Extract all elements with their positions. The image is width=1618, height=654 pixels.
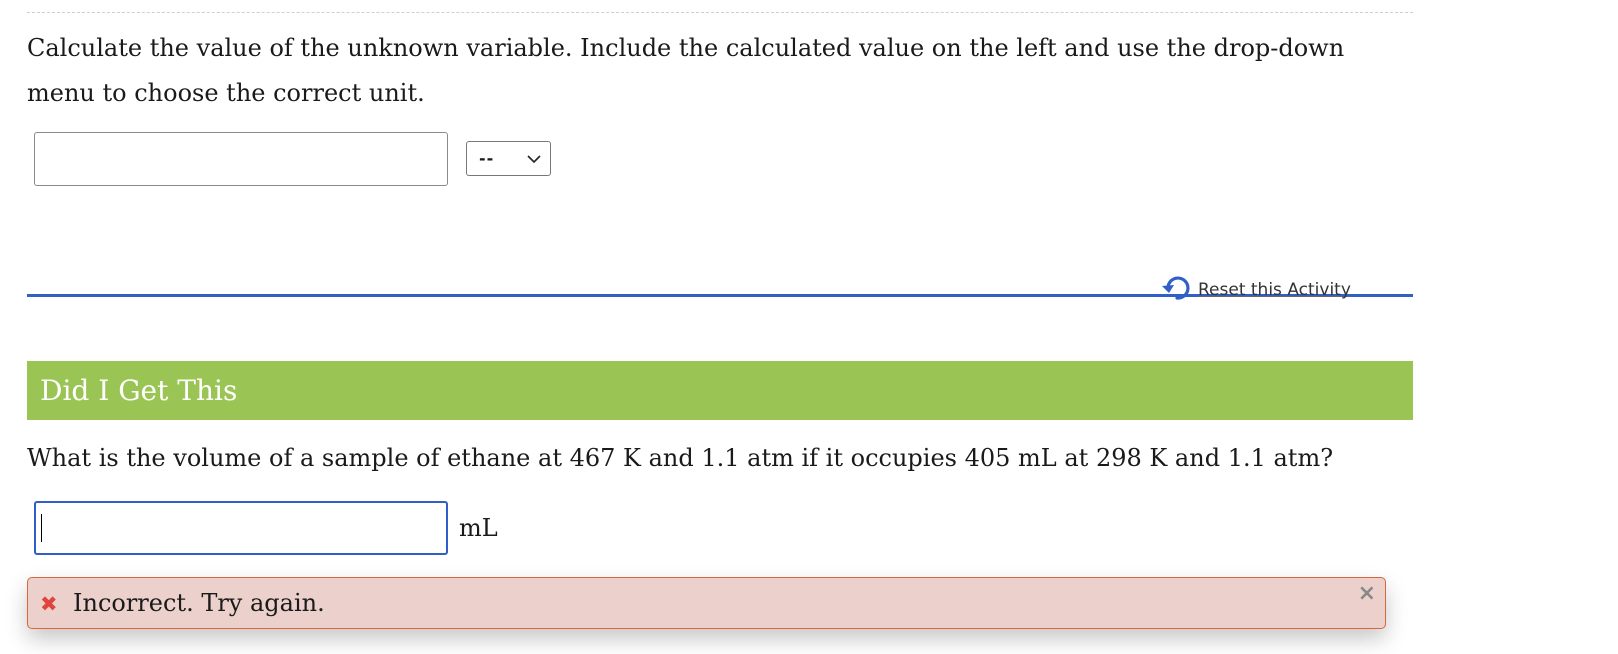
- feedback-message: Incorrect. Try again.: [73, 589, 325, 617]
- section-header: Did I Get This: [27, 361, 1413, 420]
- reset-activity-link[interactable]: Reset this Activity: [1160, 274, 1351, 305]
- top-divider: [27, 12, 1413, 13]
- reset-icon: [1160, 274, 1198, 305]
- text-cursor: [41, 514, 42, 542]
- section-title: Did I Get This: [40, 374, 238, 407]
- calculated-value-input[interactable]: [34, 132, 448, 186]
- volume-answer-input[interactable]: [34, 501, 448, 555]
- reset-activity-label: Reset this Activity: [1198, 279, 1351, 300]
- feedback-alert: ✖ Incorrect. Try again. ×: [27, 577, 1386, 629]
- x-mark-icon: ✖: [40, 592, 58, 616]
- unit-label: mL: [459, 514, 498, 542]
- question-text: What is the volume of a sample of ethane…: [27, 444, 1334, 472]
- unit-dropdown[interactable]: --: [466, 141, 551, 176]
- activity-instructions: Calculate the value of the unknown varia…: [27, 34, 1345, 107]
- unit-dropdown-value: --: [479, 149, 495, 168]
- chevron-down-icon: [526, 151, 542, 171]
- close-icon[interactable]: ×: [1358, 581, 1376, 606]
